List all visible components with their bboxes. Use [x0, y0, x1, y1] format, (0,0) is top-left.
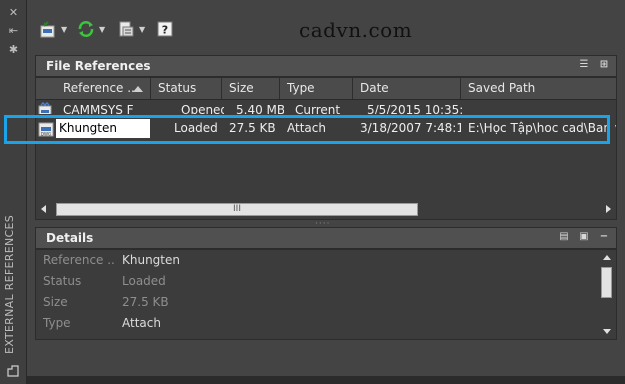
scroll-thumb[interactable]: [601, 267, 612, 298]
detail-value[interactable]: Attach: [122, 313, 161, 334]
detail-value: Loaded: [122, 274, 166, 288]
chevron-down-icon[interactable]: ▼: [99, 25, 105, 34]
detail-row: Size 27.5 KB: [36, 292, 596, 313]
attach-dwg-icon: [39, 20, 57, 38]
toolbar: ▼ ▼ ▼ ? cadvn.com: [27, 0, 625, 52]
chevron-down-icon[interactable]: ▼: [61, 25, 67, 34]
detail-label: Type: [43, 316, 71, 330]
detail-value: 27.5 KB: [122, 295, 169, 309]
column-type[interactable]: Type: [280, 78, 353, 99]
detail-label: Status: [43, 274, 82, 288]
cell-status: Opened: [181, 103, 224, 114]
details-view-icon[interactable]: ▤: [558, 231, 570, 243]
column-date[interactable]: Date: [353, 78, 461, 99]
palette-title-bar: ✕ ⇤ ✱ EXTERNAL REFERENCES: [0, 0, 27, 384]
collapse-icon[interactable]: −: [598, 231, 610, 243]
detail-row: Status Loaded: [36, 271, 596, 292]
cell-status: Loaded: [174, 121, 218, 135]
cell-size: 27.5 KB: [229, 121, 276, 135]
detail-label: Size: [43, 295, 68, 309]
help-button[interactable]: ?: [156, 18, 174, 40]
scroll-thumb[interactable]: III: [56, 203, 418, 216]
collapse-icon[interactable]: ⇤: [7, 24, 20, 37]
file-references-title: File References: [46, 59, 151, 73]
detail-value[interactable]: Khungten: [122, 250, 180, 271]
file-references-list[interactable]: Reference ... Status Size Type Date Save…: [35, 77, 617, 220]
sort-ascending-icon: [133, 86, 143, 92]
column-label: Saved Path: [468, 81, 536, 95]
table-row[interactable]: CAMMSYS F Opened 5.40 MB Current 5/5/201…: [36, 100, 616, 114]
cell-size: 5.40 MB: [236, 103, 284, 114]
preview-icon[interactable]: ▣: [578, 231, 590, 243]
properties-icon[interactable]: ✱: [7, 43, 20, 56]
watermark: cadvn.com: [299, 18, 413, 42]
palette-title: EXTERNAL REFERENCES: [3, 215, 16, 354]
scroll-left-icon[interactable]: [41, 205, 46, 213]
column-label: Type: [287, 81, 315, 95]
details-panel: Reference ... Khungten Status Loaded Siz…: [35, 249, 617, 340]
table-row-selected[interactable]: DWG Khungten Loaded 27.5 KB Attach 3/18/…: [36, 117, 616, 140]
cell-type: Attach: [287, 121, 326, 135]
scroll-up-icon[interactable]: [603, 255, 611, 260]
details-title: Details: [46, 231, 94, 245]
column-reference-name[interactable]: Reference ...: [56, 78, 151, 99]
vertical-scrollbar[interactable]: [598, 250, 616, 339]
bottom-edge: [27, 376, 625, 384]
refresh-icon: [77, 20, 95, 38]
column-label: Reference ...: [63, 81, 139, 95]
close-icon[interactable]: ✕: [7, 6, 20, 19]
cell-reference-name[interactable]: Khungten: [56, 119, 150, 138]
detail-row: Type Attach: [36, 313, 596, 334]
tree-view-icon[interactable]: ⊞: [598, 59, 610, 71]
column-label: Date: [360, 81, 389, 95]
cell-saved-path: E:\Học Tập\hoc cad\Ban ve: [468, 121, 616, 135]
palette-corner-icon[interactable]: [6, 364, 20, 378]
file-references-header[interactable]: File References ☰ ⊞: [35, 55, 617, 77]
change-path-button[interactable]: ▼: [117, 18, 145, 40]
cell-reference-name: CAMMSYS F: [63, 103, 134, 114]
detail-row: Reference ... Khungten: [36, 250, 596, 271]
chevron-down-icon[interactable]: ▼: [139, 25, 145, 34]
attach-dwg-button[interactable]: ▼: [39, 18, 67, 40]
scroll-right-icon[interactable]: [606, 205, 611, 213]
change-path-icon: [117, 20, 135, 38]
dwg-file-icon: DWG: [38, 121, 54, 137]
details-header[interactable]: Details ▤ ▣ −: [35, 227, 617, 249]
detail-label: Reference ...: [43, 253, 115, 267]
xref-palette: ▼ ▼ ▼ ? cadvn.com File References ☰ ⊞ Re…: [27, 0, 625, 384]
column-size[interactable]: Size: [222, 78, 280, 99]
cell-date: 3/18/2007 7:48:1...: [360, 121, 461, 135]
current-drawing-icon: [38, 101, 54, 114]
list-view-icon[interactable]: ☰: [578, 59, 590, 71]
svg-text:DWG: DWG: [41, 132, 51, 137]
cell-type: Current: [295, 103, 341, 114]
column-headers: Reference ... Status Size Type Date Save…: [36, 78, 616, 100]
column-status[interactable]: Status: [151, 78, 222, 99]
column-label: Status: [158, 81, 197, 95]
scroll-down-icon[interactable]: [603, 329, 611, 334]
cell-date: 5/5/2015 10:35:5: [367, 103, 462, 114]
horizontal-scrollbar[interactable]: III: [36, 201, 616, 218]
svg-text:?: ?: [162, 24, 168, 37]
column-label: Size: [229, 81, 254, 95]
splitter-grip-icon: ····: [315, 219, 331, 229]
help-icon: ?: [156, 20, 174, 38]
column-saved-path[interactable]: Saved Path: [461, 78, 616, 99]
refresh-button[interactable]: ▼: [77, 18, 105, 40]
